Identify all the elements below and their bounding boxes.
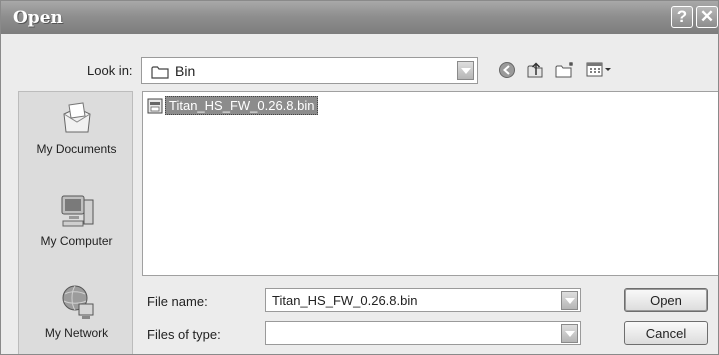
open-button[interactable]: Open — [624, 288, 708, 312]
back-icon[interactable] — [498, 61, 516, 79]
places-bar: My Documents My Computer My Network — [18, 91, 134, 354]
places-label: My Network — [44, 326, 109, 340]
views-menu-icon[interactable] — [586, 61, 614, 79]
bin-file-icon — [147, 98, 163, 114]
dialog-title: Open — [13, 8, 63, 28]
places-item-my-computer[interactable]: My Computer — [19, 192, 134, 248]
file-list[interactable]: Titan_HS_FW_0.26.8.bin — [142, 91, 718, 276]
close-button[interactable]: ✕ — [696, 6, 718, 28]
look-in-label: Look in: — [87, 63, 133, 78]
file-name-label: File name: — [147, 294, 208, 309]
look-in-dropdown[interactable]: Bin — [141, 57, 478, 84]
help-button[interactable]: ? — [671, 6, 693, 28]
cancel-button[interactable]: Cancel — [624, 321, 708, 345]
title-bar[interactable]: Open ? ✕ — [1, 1, 718, 34]
look-in-value: Bin — [175, 63, 196, 79]
open-dialog: Open ? ✕ Look in: Bin My Documents My Co… — [0, 0, 719, 355]
file-type-dropdown-arrow[interactable] — [561, 324, 578, 343]
file-name-field[interactable]: Titan_HS_FW_0.26.8.bin — [265, 288, 581, 312]
up-folder-icon[interactable] — [525, 61, 545, 79]
my-computer-icon — [61, 195, 93, 227]
file-name-dropdown-arrow[interactable] — [561, 291, 578, 310]
places-label: My Computer — [40, 234, 113, 248]
file-type-select[interactable] — [265, 321, 581, 345]
file-name: Titan_HS_FW_0.26.8.bin — [165, 96, 319, 115]
new-folder-icon[interactable] — [554, 61, 576, 79]
file-name-value: Titan_HS_FW_0.26.8.bin — [272, 293, 418, 308]
places-item-my-network[interactable]: My Network — [19, 282, 134, 340]
places-item-my-documents[interactable]: My Documents — [19, 100, 134, 156]
my-documents-icon — [62, 102, 91, 133]
file-type-label: Files of type: — [147, 327, 221, 342]
look-in-dropdown-arrow[interactable] — [457, 61, 474, 80]
folder-icon — [151, 66, 169, 79]
places-label: My Documents — [36, 142, 117, 156]
my-network-icon — [62, 285, 93, 319]
